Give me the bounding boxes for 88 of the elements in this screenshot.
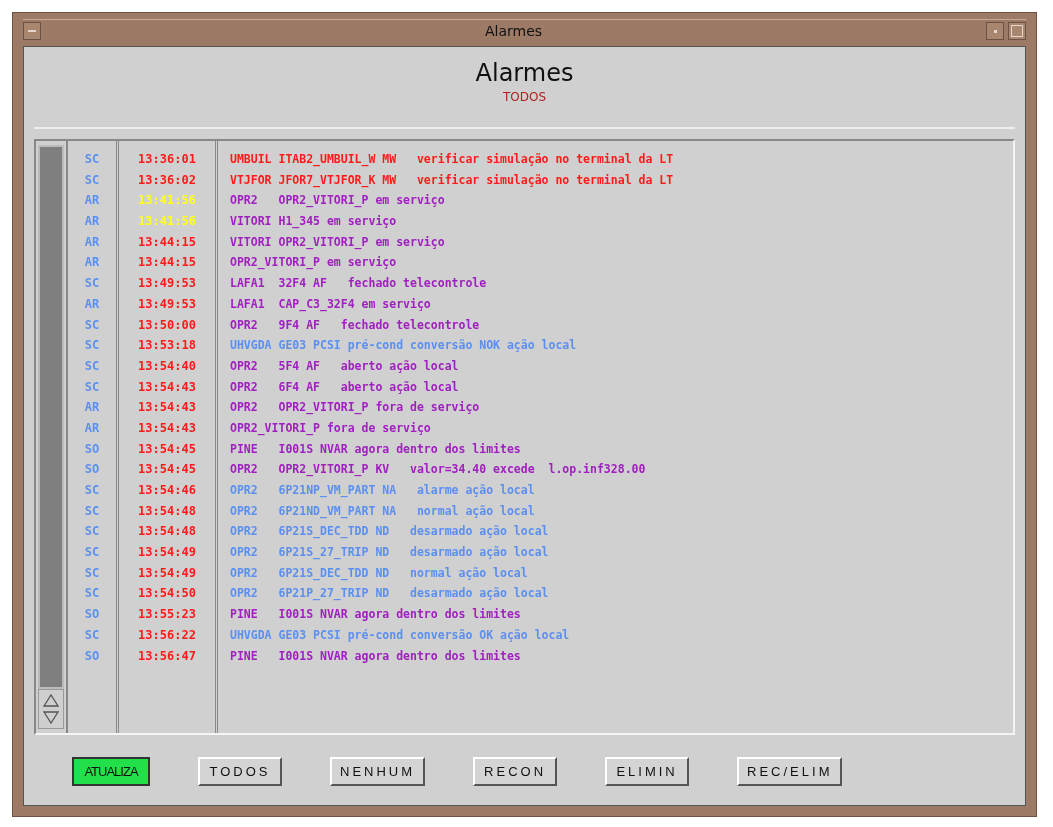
alarm-time: 13:55:23 [138,606,196,624]
alarm-message: OPR2 6P21NP_VM_PART NA alarme ação local [230,482,536,500]
alarm-code: SC [84,151,100,168]
alarm-code: AR [84,419,100,437]
alarm-time: 13:44:15 [138,254,196,272]
window-title: Alarmes [483,23,544,39]
alarm-time: 13:54:43 [138,378,196,396]
alarm-code: SC [84,316,100,334]
alarm-code: AR [84,233,100,251]
alarm-message: PINE I001S NVAR agora dentro dos limites [230,440,522,458]
alarm-time: 13:54:40 [138,357,196,375]
alarm-message: OPR2 OPR2_VITORI_P KV valor=34.40 excede l.op.inf328.00 [230,461,647,479]
alarm-time: 13:36:01 [138,151,196,168]
alarm-code: SC [84,585,100,603]
alarm-time: 13:54:48 [138,502,196,520]
alarm-message: OPR2 5F4 AF aberto ação local [230,357,460,375]
alarm-code: SO [84,606,100,624]
alarm-time: 13:49:53 [138,275,196,293]
alarm-message: OPR2 OPR2_VITORI_P fora de serviço [230,399,481,417]
alarm-code: SC [84,626,100,644]
alarm-time: 13:41:56 [138,192,196,210]
alarm-message: VTJFOR JFOR7_VTJFOR_K MW verificar simulação no terminal da LT [230,171,675,190]
alarm-time: 13:54:43 [138,399,196,417]
alarm-message: VITORI OPR2_VITORI_P em serviço [230,233,446,252]
alarm-code: SC [84,482,100,499]
alarm-message: OPR2 6P21S_DEC_TDD ND normal ação local [230,564,529,583]
alarm-message: OPR2 6P21S_27_TRIP ND desarmado ação local [230,544,550,562]
alarm-message: LAFA1 CAP_C3_32F4 em serviço [230,295,432,314]
alarm-message: UHVGDA GE03 PCSI pré-cond conversão OK ação local [230,626,571,644]
alarm-code: SC [84,523,100,541]
scroll-arrows-icon[interactable] [38,689,64,729]
alarm-time: 13:54:50 [138,585,196,603]
alarm-code: SC [84,544,100,562]
alarm-time: 13:53:18 [138,337,196,355]
alarm-code: SO [84,461,100,479]
alarm-time: 13:56:47 [138,647,196,665]
alarm-time: 13:54:45 [138,461,196,479]
alarm-code: SC [84,337,100,355]
action-button[interactable]: REC/ELIM [737,757,843,786]
minimize-button[interactable] [986,22,1004,40]
alarm-time: 13:54:43 [138,419,196,437]
alarm-message: VITORI H1_345 em serviço [230,213,398,231]
alarm-time: 13:54:48 [138,523,196,541]
alarm-code: SC [84,502,100,520]
alarm-code: SC [84,275,100,293]
alarm-time: 13:49:53 [138,295,196,313]
alarm-message: PINE I001S NVAR agora dentro dos limites [230,606,522,624]
alarm-time: 13:41:56 [138,213,196,231]
alarm-message: LAFA1 32F4 AF fechado telecontrole [230,275,488,293]
alarm-code: SC [84,357,100,375]
alarm-message: OPR2_VITORI_P fora de serviço [230,419,432,438]
alarm-code: AR [84,295,100,313]
heading: Alarmes [475,59,574,87]
alarm-code: AR [84,213,100,231]
alarm-time: 13:56:22 [138,626,196,644]
alarm-message: UMBUIL ITAB2_UMBUIL_W MW verificar simulação no terminal da LT [230,151,675,169]
alarm-message: PINE I001S NVAR agora dentro dos limites [230,647,522,665]
maximize-button[interactable] [1008,22,1026,40]
action-button[interactable]: NENHUM [330,757,426,786]
alarm-code: SC [84,564,100,582]
alarm-message: OPR2_VITORI_P em serviço [230,254,398,272]
alarm-code: SC [84,378,100,396]
alarm-code: SO [84,440,100,458]
action-button[interactable]: ELIMIN [605,757,690,786]
alarm-time: 13:54:49 [138,564,196,582]
alarm-message: UHVGDA GE03 PCSI pré-cond conversão NOK ação local [230,337,578,355]
alarm-message: OPR2 6P21P_27_TRIP ND desarmado ação local [230,585,550,603]
alarm-message: OPR2 6F4 AF aberto ação local [230,378,460,396]
alarm-code: AR [84,254,100,272]
alarm-message: OPR2 6P21S_DEC_TDD ND desarmado ação local [230,523,550,541]
alarm-time: 13:44:15 [138,233,196,251]
alarm-code: SO [84,647,100,665]
alarm-time: 13:50:00 [138,316,196,334]
action-button[interactable]: ATUALIZA [72,757,150,786]
alarm-time: 13:54:49 [138,544,196,562]
alarm-message: OPR2 6P21ND_VM_PART NA normal ação local [230,502,536,521]
window-menu-button[interactable] [23,22,41,40]
alarm-code: SC [84,171,100,189]
alarm-time: 13:36:02 [138,171,196,189]
alarm-message: OPR2 9F4 AF fechado telecontrole [230,316,481,334]
alarm-time: 13:54:46 [138,482,196,499]
action-button[interactable]: RECON [473,757,558,786]
action-button[interactable]: TODOS [198,757,282,786]
alarm-message: OPR2 OPR2_VITORI_P em serviço [230,192,446,210]
alarm-time: 13:54:45 [138,440,196,458]
alarm-code: AR [84,399,100,417]
alarm-code: AR [84,192,100,210]
filter-label: TODOS [502,90,547,104]
